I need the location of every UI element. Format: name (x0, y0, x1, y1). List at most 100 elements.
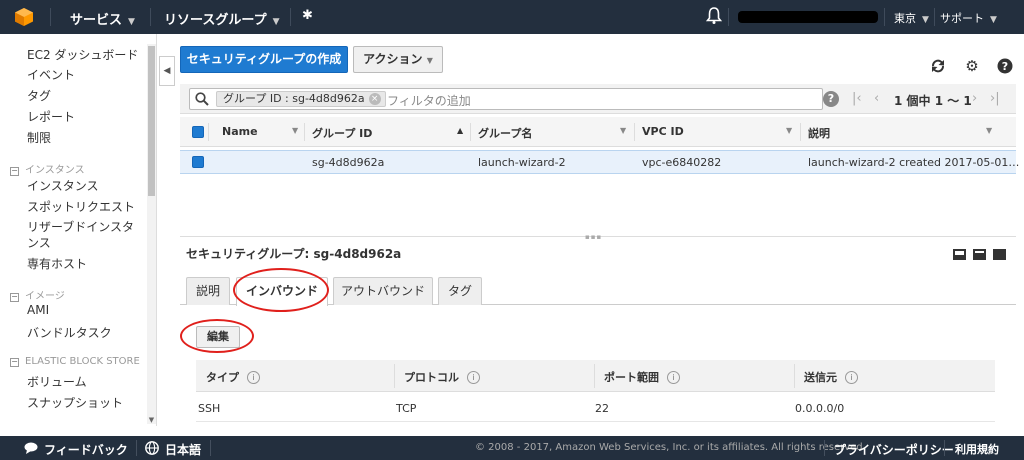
scroll-down-arrow-icon[interactable]: ▼ (147, 416, 156, 424)
help-icon[interactable]: ? (997, 58, 1013, 74)
column-header-vpc-id[interactable]: VPC ID (642, 125, 684, 138)
sidebar-item-dedicated-hosts[interactable]: 専有ホスト (27, 255, 87, 272)
sidebar-item-volumes[interactable]: ボリューム (27, 373, 87, 390)
actions-button-label: アクション (363, 52, 423, 66)
aws-cube-logo-icon[interactable] (14, 7, 34, 27)
collapse-icon: − (10, 292, 19, 302)
sidebar: EC2 ダッシュボード イベント タグ レポート 制限 − インスタンス インスタ… (0, 34, 157, 426)
region-menu[interactable]: 東京 ▼ (894, 10, 929, 26)
sort-icon[interactable]: ▼ (986, 126, 992, 135)
svg-text:?: ? (1002, 60, 1008, 73)
nav-divider (728, 8, 729, 26)
sidebar-section-instances[interactable]: − インスタンス (10, 161, 85, 176)
previous-page-icon[interactable]: ‹ (874, 91, 879, 106)
sidebar-item-ec2-dashboard[interactable]: EC2 ダッシュボード (27, 46, 138, 63)
rule-source: 0.0.0.0/0 (795, 402, 845, 415)
chevron-down-icon: ▼ (990, 15, 997, 25)
info-icon[interactable]: i (467, 371, 480, 384)
drag-handle-icon[interactable]: ▪▪▪ (585, 233, 602, 241)
column-header-group-name[interactable]: グループ名 (478, 125, 532, 141)
panel-full-layout-icon[interactable] (993, 249, 1006, 260)
sidebar-item-reserved-instances[interactable]: リザーブドインスタンス (27, 219, 145, 251)
privacy-policy-link[interactable]: プライバシーポリシー (834, 441, 954, 458)
first-page-icon[interactable]: |‹ (852, 91, 862, 106)
sort-icon[interactable]: ▼ (620, 126, 626, 135)
rules-header-port-range-label: ポート範囲 (604, 371, 659, 384)
cell-group-id: sg-4d8d962a (312, 156, 385, 169)
table-row[interactable]: sg-4d8d962a launch-wizard-2 vpc-e6840282… (180, 150, 1020, 174)
remove-filter-icon[interactable]: × (368, 93, 381, 105)
collapse-icon: − (10, 357, 19, 367)
sidebar-item-tags[interactable]: タグ (27, 87, 51, 104)
filter-chip-label: グループ ID : sg-4d8d962a (223, 92, 365, 105)
sidebar-scrollbar[interactable]: ▼ (147, 44, 156, 424)
sidebar-item-snapshots[interactable]: スナップショット (27, 394, 123, 411)
sidebar-item-ami[interactable]: AMI (27, 303, 49, 317)
info-icon[interactable]: i (247, 371, 260, 384)
resource-groups-menu[interactable]: リソースグループ ▼ (164, 9, 280, 28)
chevron-down-icon: ▼ (272, 17, 280, 27)
bell-icon[interactable] (706, 7, 722, 25)
sidebar-section-images[interactable]: − イメージ (10, 287, 65, 302)
column-header-name[interactable]: Name (222, 125, 258, 138)
terms-of-use-link[interactable]: 利用規約 (955, 441, 999, 457)
info-icon[interactable]: i (845, 371, 858, 384)
actions-button[interactable]: アクション ▼ (353, 46, 443, 73)
sort-icon[interactable]: ▼ (292, 126, 298, 135)
edit-button[interactable]: 編集 (196, 326, 240, 348)
footer-divider (210, 440, 211, 456)
sidebar-item-spot-requests[interactable]: スポットリクエスト (27, 198, 135, 215)
pane-splitter[interactable]: ▪▪▪ (180, 233, 1016, 241)
gear-icon[interactable]: ⚙ (964, 58, 980, 74)
sidebar-item-events[interactable]: イベント (27, 66, 75, 83)
panel-bottom-layout-icon[interactable] (953, 249, 966, 260)
search-placeholder: フィルタの追加 (387, 94, 471, 108)
support-menu[interactable]: サポート ▼ (940, 10, 997, 26)
sidebar-item-bundle-tasks[interactable]: バンドルタスク (27, 324, 112, 341)
sort-ascending-icon[interactable]: ▲ (457, 126, 463, 135)
column-header-group-id[interactable]: グループ ID (312, 125, 372, 141)
pin-icon[interactable]: ✱ (302, 8, 313, 23)
create-security-group-button[interactable]: セキュリティグループの作成 (180, 46, 348, 73)
panel-split-layout-icon[interactable] (973, 249, 986, 260)
filter-chip[interactable]: グループ ID : sg-4d8d962a × (216, 91, 386, 107)
collapse-icon: − (10, 166, 19, 176)
sort-icon[interactable]: ▼ (786, 126, 792, 135)
support-menu-label: サポート (940, 12, 984, 25)
row-checkbox[interactable] (192, 156, 204, 168)
column-header-description[interactable]: 説明 (808, 125, 830, 141)
sidebar-item-instances[interactable]: インスタンス (27, 177, 99, 194)
tab-description[interactable]: 説明 (186, 277, 230, 305)
last-page-icon[interactable]: ›| (990, 91, 1000, 106)
cell-vpc-id: vpc-e6840282 (642, 156, 722, 169)
next-page-icon[interactable]: › (972, 91, 977, 106)
services-menu[interactable]: サービス ▼ (70, 9, 135, 28)
cell-group-name: launch-wizard-2 (478, 156, 566, 169)
panel-icon-bar (955, 255, 964, 258)
cell-description: launch-wizard-2 created 2017-05-01… (808, 156, 1020, 169)
sidebar-section-label: インスタンス (25, 165, 85, 176)
refresh-icon[interactable] (930, 58, 946, 74)
speech-bubble-icon (24, 442, 38, 454)
collapse-sidebar-button[interactable]: ◀ (159, 56, 175, 86)
tab-outbound[interactable]: アウトバウンド (333, 277, 433, 305)
search-input[interactable]: グループ ID : sg-4d8d962a × フィルタの追加 (189, 88, 823, 110)
info-icon[interactable]: i (667, 371, 680, 384)
filter-help-icon[interactable]: ? (823, 91, 839, 107)
nav-divider (290, 8, 291, 26)
language-selector[interactable]: 日本語 (165, 441, 201, 458)
tab-inbound[interactable]: インバウンド (236, 277, 328, 306)
feedback-link[interactable]: フィードバック (44, 441, 128, 458)
column-divider (800, 123, 801, 141)
sidebar-item-reports[interactable]: レポート (27, 108, 75, 125)
scrollbar-thumb[interactable] (148, 46, 155, 196)
select-all-checkbox[interactable] (192, 126, 204, 138)
rules-header-port-range[interactable]: ポート範囲 i (604, 369, 680, 385)
sidebar-section-ebs[interactable]: − ELASTIC BLOCK STORE (10, 356, 140, 367)
sidebar-item-limits[interactable]: 制限 (27, 129, 51, 146)
rules-header-protocol[interactable]: プロトコル i (404, 369, 480, 385)
tab-tags[interactable]: タグ (438, 277, 482, 305)
rules-header-source[interactable]: 送信元 i (804, 369, 858, 385)
rules-header-type[interactable]: タイプ i (206, 369, 260, 385)
chevron-down-icon: ▼ (426, 56, 433, 65)
